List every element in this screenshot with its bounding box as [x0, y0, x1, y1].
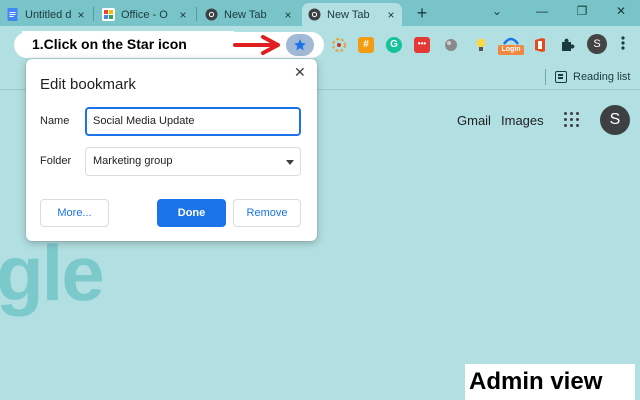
red-arrow-icon	[233, 35, 280, 55]
tab-divider	[196, 7, 197, 21]
bookmarks-divider	[545, 69, 546, 85]
lightbulb-icon[interactable]	[473, 37, 489, 53]
star-icon	[294, 39, 306, 51]
close-icon[interactable]: ✕	[294, 64, 306, 81]
instruction-callout: 1.Click on the Star icon	[22, 31, 234, 57]
dialog-title: Edit bookmark	[40, 76, 136, 93]
reading-list-label: Reading list	[573, 71, 631, 83]
google-logo-fragment: gle	[0, 229, 105, 317]
google-apps-icon[interactable]	[564, 112, 580, 128]
tab-divider	[93, 7, 94, 21]
profile-avatar[interactable]: S	[587, 34, 607, 54]
remove-button[interactable]: Remove	[233, 199, 301, 227]
reading-list-icon	[555, 71, 567, 83]
minimize-button[interactable]: —	[532, 4, 552, 22]
reading-list-button[interactable]: Reading list	[555, 68, 630, 86]
bookmark-name-input[interactable]: Social Media Update	[85, 107, 301, 136]
tab-untitled-doc[interactable]: Untitled d ×	[0, 3, 92, 26]
tab-new-tab-active[interactable]: New Tab ×	[302, 3, 402, 26]
tab-new-tab[interactable]: New Tab ×	[199, 3, 299, 26]
tab-close-icon[interactable]: ×	[176, 8, 190, 22]
tab-strip: Untitled d × Office - O × New Tab × New …	[0, 0, 640, 26]
tab-title: New Tab	[327, 8, 370, 21]
puzzle-icon[interactable]	[559, 37, 575, 53]
close-window-button[interactable]: ✕	[611, 4, 631, 22]
tab-close-icon[interactable]: ×	[384, 8, 398, 22]
login-badge: Login	[498, 45, 524, 55]
folder-label: Folder	[40, 155, 72, 167]
chrome-icon	[308, 8, 321, 21]
login-ext-icon[interactable]: Login	[498, 34, 524, 55]
tab-title: Office - O	[121, 8, 168, 21]
edit-bookmark-dialog: Edit bookmark ✕ Name Social Media Update…	[26, 59, 317, 241]
new-tab-button[interactable]: +	[412, 4, 432, 24]
tab-title: Untitled d	[25, 8, 72, 21]
orb-icon[interactable]	[443, 37, 459, 53]
folder-select-value: Marketing group	[93, 155, 173, 167]
hash-icon[interactable]: #	[358, 37, 374, 53]
admin-view-caption: Admin view	[465, 364, 635, 400]
folder-select[interactable]: Marketing group	[85, 147, 301, 176]
chrome-menu-icon[interactable]	[618, 35, 628, 55]
images-link[interactable]: Images	[501, 113, 544, 128]
menu-dots-ext-icon[interactable]: •••	[414, 37, 430, 53]
grammarly-icon[interactable]: G	[386, 37, 402, 53]
maximize-button[interactable]: ❐	[572, 4, 592, 22]
done-button[interactable]: Done	[157, 199, 226, 227]
tab-close-icon[interactable]: ×	[74, 8, 88, 22]
docs-icon	[7, 8, 18, 21]
tab-close-icon[interactable]: ×	[281, 8, 295, 22]
tab-title: New Tab	[224, 8, 267, 21]
office-ext-icon[interactable]	[532, 37, 548, 53]
office-icon	[102, 8, 115, 21]
colorful-circle-icon[interactable]	[331, 37, 347, 53]
account-avatar[interactable]: S	[600, 105, 630, 135]
chrome-icon	[205, 8, 218, 21]
more-button[interactable]: More...	[40, 199, 109, 227]
dropdown-caret-icon	[286, 160, 294, 165]
tab-search-chevron-icon[interactable]: ⌄	[492, 4, 502, 18]
gmail-link[interactable]: Gmail	[457, 113, 491, 128]
tab-office[interactable]: Office - O ×	[96, 3, 194, 26]
name-label: Name	[40, 115, 70, 127]
bookmark-star-button[interactable]	[286, 34, 314, 56]
